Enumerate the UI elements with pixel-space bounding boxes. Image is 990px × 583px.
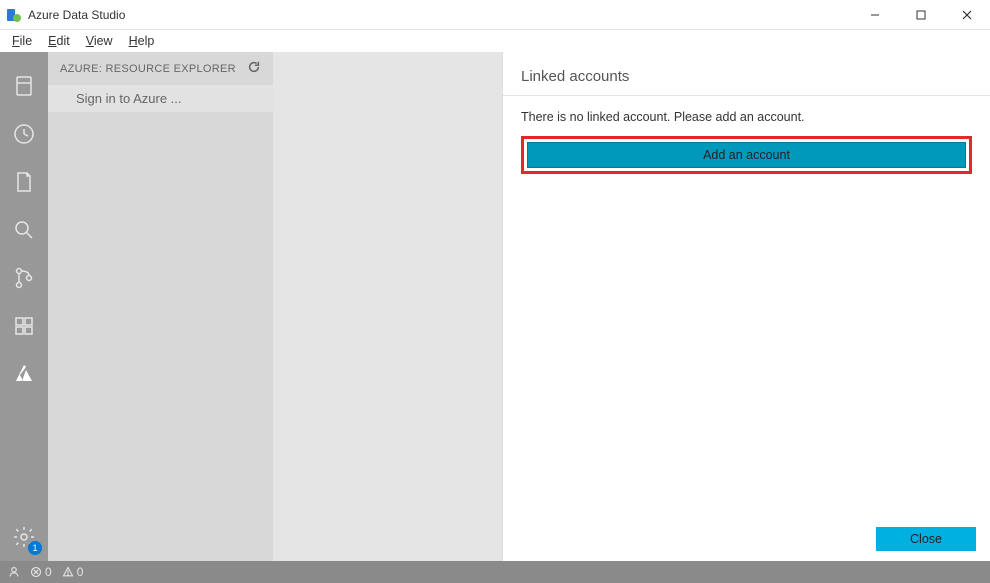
add-account-button[interactable]: Add an account (527, 142, 966, 168)
side-panel: AZURE: RESOURCE EXPLORER Sign in to Azur… (48, 52, 273, 561)
close-panel-button[interactable]: Close (876, 527, 976, 551)
menubar: File Edit View Help (0, 30, 990, 52)
activity-bar: 1 (0, 52, 48, 561)
sign-in-azure-item[interactable]: Sign in to Azure ... (48, 85, 273, 112)
close-window-button[interactable] (944, 0, 990, 30)
activity-servers-icon[interactable] (0, 62, 48, 110)
menu-help[interactable]: Help (121, 32, 163, 50)
app-title: Azure Data Studio (28, 8, 125, 22)
settings-badge: 1 (28, 541, 42, 555)
status-warnings[interactable]: 0 (62, 565, 84, 579)
linked-accounts-message: There is no linked account. Please add a… (521, 110, 972, 124)
minimize-button[interactable] (852, 0, 898, 30)
activity-explorer-icon[interactable] (0, 158, 48, 206)
activity-source-control-icon[interactable] (0, 254, 48, 302)
statusbar: 0 0 (0, 561, 990, 583)
refresh-icon[interactable] (247, 60, 261, 77)
status-errors[interactable]: 0 (30, 565, 52, 579)
activity-extensions-icon[interactable] (0, 302, 48, 350)
activity-settings-icon[interactable]: 1 (0, 513, 48, 561)
app-icon (6, 7, 22, 23)
activity-tasks-icon[interactable] (0, 110, 48, 158)
titlebar: Azure Data Studio (0, 0, 990, 30)
menu-edit[interactable]: Edit (40, 32, 78, 50)
menu-view[interactable]: View (78, 32, 121, 50)
side-panel-title: AZURE: RESOURCE EXPLORER (60, 63, 236, 75)
linked-accounts-title: Linked accounts (503, 52, 990, 96)
status-errors-count: 0 (45, 565, 52, 579)
linked-accounts-panel: Linked accounts There is no linked accou… (502, 52, 990, 561)
editor-area (273, 52, 502, 561)
activity-azure-icon[interactable] (0, 350, 48, 398)
highlight-box: Add an account (521, 136, 972, 174)
activity-search-icon[interactable] (0, 206, 48, 254)
menu-file[interactable]: File (4, 32, 40, 50)
status-warnings-count: 0 (77, 565, 84, 579)
status-account-icon[interactable] (8, 566, 20, 578)
maximize-button[interactable] (898, 0, 944, 30)
